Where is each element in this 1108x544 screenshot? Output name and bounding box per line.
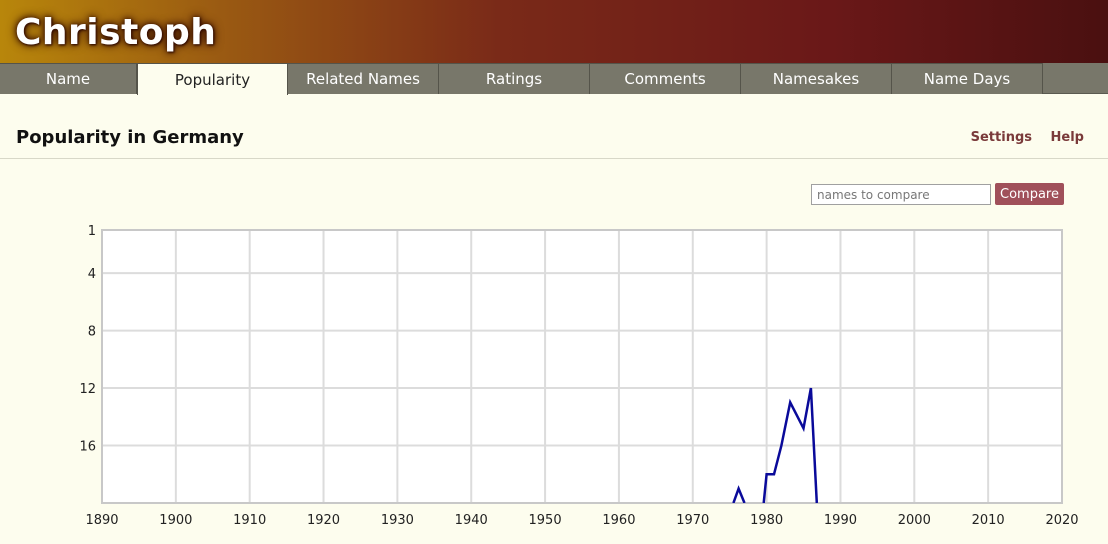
y-tick-label: 8 <box>88 325 96 340</box>
tab-bar: Name Popularity Related Names Ratings Co… <box>0 63 1108 95</box>
x-tick-label: 1930 <box>381 513 414 528</box>
x-tick-label: 2000 <box>898 513 931 528</box>
tab-related-names[interactable]: Related Names <box>288 63 439 94</box>
y-tick-label: 4 <box>88 267 96 282</box>
y-tick-label: 16 <box>79 440 96 455</box>
help-link[interactable]: Help <box>1051 130 1084 145</box>
x-tick-label: 1940 <box>455 513 488 528</box>
x-tick-label: 1980 <box>750 513 783 528</box>
y-tick-label: 1 <box>88 224 96 239</box>
tab-popularity[interactable]: Popularity <box>137 63 288 95</box>
x-tick-label: 2010 <box>972 513 1005 528</box>
compare-button[interactable]: Compare <box>995 183 1064 205</box>
settings-link[interactable]: Settings <box>971 130 1032 145</box>
x-tick-label: 2020 <box>1045 513 1078 528</box>
tab-ratings[interactable]: Ratings <box>439 63 590 94</box>
x-tick-label: 1900 <box>159 513 192 528</box>
tab-comments[interactable]: Comments <box>590 63 741 94</box>
x-tick-label: 1910 <box>233 513 266 528</box>
plot-background <box>102 230 1062 503</box>
header-banner: Christoph <box>0 0 1108 63</box>
popularity-chart: 1890 1900 1910 1920 1930 1940 1950 1960 1970 1980… <box>79 224 1078 528</box>
x-tick-label: 1920 <box>307 513 340 528</box>
y-tick-label: 12 <box>79 382 96 397</box>
x-tick-label: 1890 <box>85 513 118 528</box>
tab-name[interactable]: Name <box>0 63 137 94</box>
compare-names-input[interactable] <box>811 184 991 205</box>
x-tick-label: 1970 <box>676 513 709 528</box>
tab-namesakes[interactable]: Namesakes <box>741 63 892 94</box>
header-links: Settings Help <box>957 130 1084 145</box>
x-tick-label: 1960 <box>602 513 635 528</box>
page-title: Christoph <box>15 12 217 53</box>
section-title: Popularity in Germany <box>16 127 244 148</box>
x-tick-label: 1950 <box>529 513 562 528</box>
x-tick-label: 1990 <box>824 513 857 528</box>
tab-name-days[interactable]: Name Days <box>892 63 1043 94</box>
divider <box>0 158 1108 159</box>
